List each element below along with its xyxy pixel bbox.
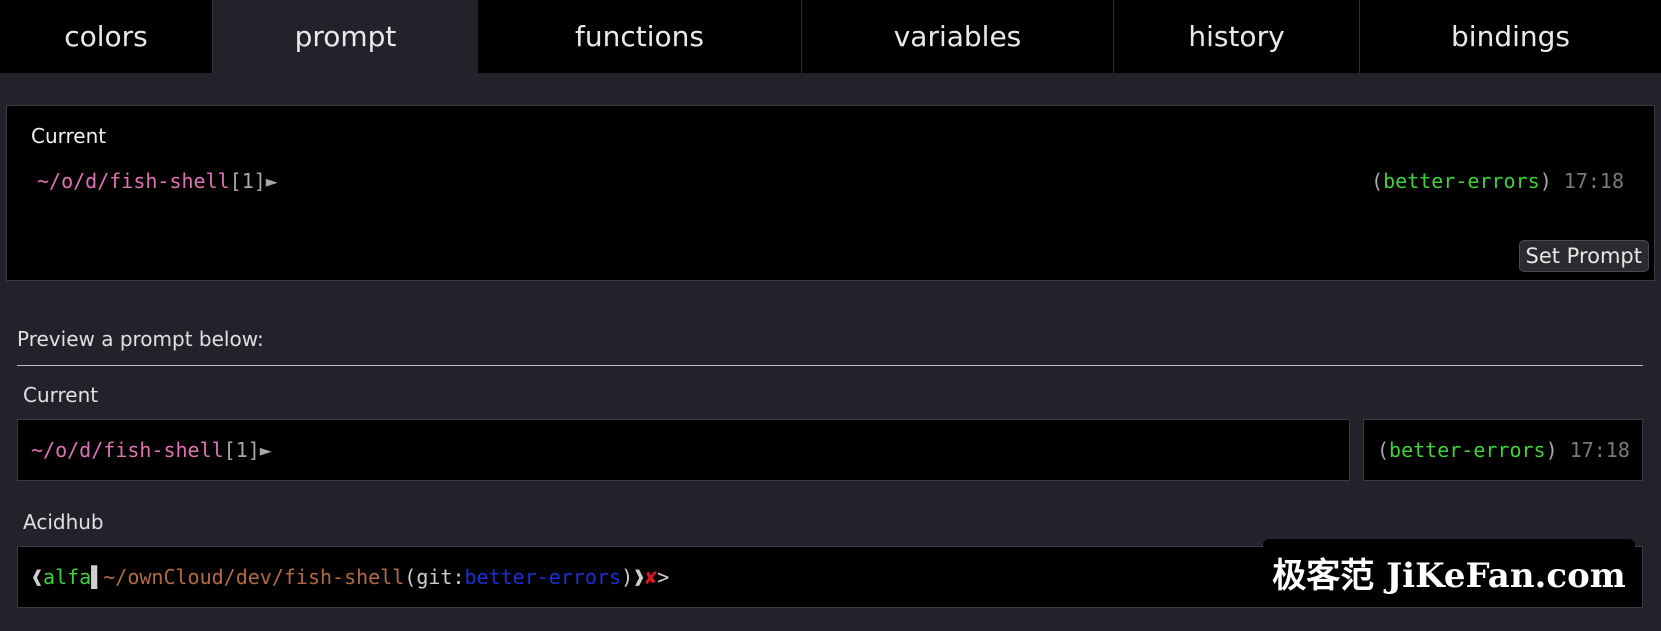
preview-current-right[interactable]: (better-errors) 17:18 bbox=[1363, 419, 1643, 481]
prompt-job-indicator: [1]► bbox=[229, 169, 278, 193]
tab-functions[interactable]: functions bbox=[478, 0, 802, 73]
tab-colors[interactable]: colors bbox=[0, 0, 213, 73]
prompt-user: alfa bbox=[43, 565, 92, 589]
set-prompt-button[interactable]: Set Prompt bbox=[1518, 240, 1649, 272]
tab-bar: colors prompt functions variables histor… bbox=[0, 0, 1661, 73]
divider bbox=[17, 365, 1643, 366]
prompt-time: 17:18 bbox=[1563, 169, 1624, 193]
prompt-arrow: > bbox=[657, 565, 670, 589]
current-prompt-panel: Current ~/o/d/fish-shell[1]► (better-err… bbox=[6, 105, 1655, 281]
prompt-path: ~/o/d/fish-shell bbox=[31, 438, 224, 462]
preview-title: Preview a prompt below: bbox=[17, 327, 264, 351]
git-branch: better-errors bbox=[464, 565, 622, 589]
prompt-time: 17:18 bbox=[1569, 438, 1630, 462]
error-status-icon: ✘ bbox=[645, 565, 658, 589]
tab-bindings[interactable]: bindings bbox=[1360, 0, 1661, 73]
open-bracket: ❰ bbox=[31, 565, 44, 589]
paren-open: ( bbox=[1371, 169, 1384, 193]
tab-history[interactable]: history bbox=[1114, 0, 1360, 73]
git-paren-open: ( bbox=[404, 565, 417, 589]
prompt-job-indicator: [1]► bbox=[223, 438, 272, 462]
watermark: 极客范 JiKeFan.com bbox=[1263, 539, 1635, 605]
preview-current-left[interactable]: ~/o/d/fish-shell [1]► bbox=[17, 419, 1350, 481]
git-paren-close: ) bbox=[621, 565, 634, 589]
paren-open: ( bbox=[1377, 438, 1390, 462]
paren-close: ) bbox=[1545, 438, 1558, 462]
current-prompt-label: Current bbox=[31, 124, 107, 148]
git-branch: better-errors bbox=[1389, 438, 1546, 462]
prompt-path: ~/ownCloud/dev/fish-shell bbox=[103, 565, 405, 589]
preview-current-label: Current bbox=[23, 383, 99, 407]
paren-close: ) bbox=[1539, 169, 1552, 193]
close-bracket: ❱ bbox=[633, 565, 646, 589]
tab-prompt[interactable]: prompt bbox=[213, 0, 478, 73]
preview-acidhub-label: Acidhub bbox=[23, 510, 104, 534]
separator: ▌ bbox=[91, 565, 104, 589]
prompt-path: ~/o/d/fish-shell bbox=[37, 169, 230, 193]
tab-variables[interactable]: variables bbox=[802, 0, 1114, 73]
current-left-prompt: ~/o/d/fish-shell[1]► bbox=[37, 169, 278, 193]
current-right-prompt: (better-errors) 17:18 bbox=[1371, 169, 1624, 193]
git-label: git: bbox=[416, 565, 465, 589]
git-branch: better-errors bbox=[1383, 169, 1540, 193]
